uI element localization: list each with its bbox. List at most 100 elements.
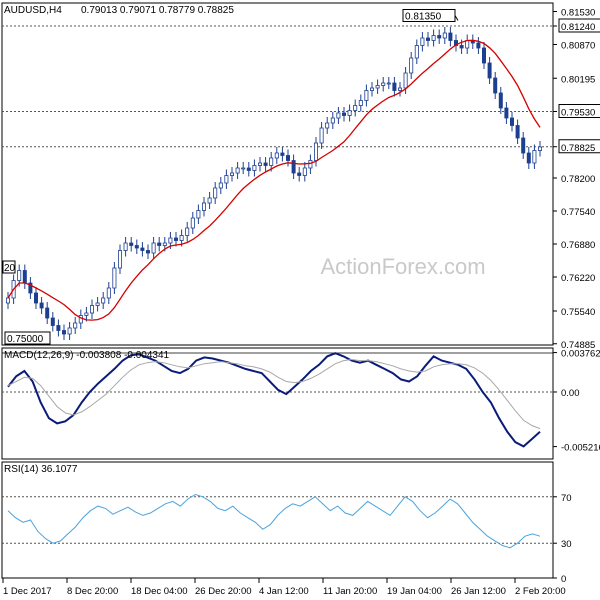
y-tick-label: 0.79530 — [561, 108, 595, 119]
candle-body — [22, 270, 27, 284]
y-tick-label: 0.76880 — [561, 240, 595, 251]
candle-body — [375, 85, 380, 89]
candle-body — [229, 172, 234, 176]
x-tick-label: 19 Jan 04:00 — [387, 586, 442, 597]
candle-body — [308, 160, 313, 169]
candle-body — [481, 47, 486, 64]
candle-body — [358, 100, 363, 106]
macd-tick-label: 0.00 — [561, 388, 580, 399]
candle-body — [336, 112, 341, 119]
x-tick-label: 8 Dec 20:00 — [67, 586, 118, 597]
candle-body — [285, 155, 290, 161]
candle-body — [409, 57, 414, 74]
candle-body — [123, 242, 128, 251]
macd-tick-label: -0.005216 — [561, 443, 600, 454]
candle-body — [56, 325, 61, 331]
chart-canvas: ActionForex.com 0.0037620.00-0.005216 70… — [0, 0, 600, 600]
candle-body — [263, 162, 268, 166]
macd-title: MACD(12,26,9) -0.003808 -0.004341 — [4, 350, 170, 361]
x-tick-label: 11 Jan 20:00 — [323, 586, 377, 597]
watermark: ActionForex.com — [320, 254, 485, 279]
candle-body — [6, 297, 11, 304]
candle-body — [347, 110, 352, 116]
x-tick-label: 18 Dec 04:00 — [131, 586, 188, 597]
y-tick-label: 0.78200 — [561, 174, 595, 185]
candle-body — [330, 117, 335, 124]
candle-body — [252, 165, 257, 171]
candle-body — [386, 82, 391, 85]
header-ohlc: 0.79013 0.79071 0.78779 0.78825 — [81, 5, 234, 16]
candle-body — [498, 92, 503, 109]
candle-body — [465, 40, 470, 49]
x-tick-label: 2 Feb 20:00 — [515, 586, 566, 597]
candle-body — [129, 242, 134, 246]
low-label: 0.75000 — [7, 334, 44, 345]
candle-body — [403, 72, 408, 89]
candle-body — [459, 45, 464, 49]
candle-body — [185, 227, 190, 236]
candle-body — [224, 175, 229, 184]
candle-body — [442, 32, 447, 39]
y-tick-label: 0.77540 — [561, 207, 595, 218]
y-tick-label: 0.80870 — [561, 41, 595, 52]
candle-body — [414, 45, 419, 59]
x-tick-label: 4 Jan 12:00 — [259, 586, 309, 597]
high-label: 0.81350 — [405, 12, 442, 23]
y-tick-label: 0.75540 — [561, 307, 595, 318]
y-tick-label: 0.80195 — [561, 74, 595, 85]
y-tick-label: 0.76220 — [561, 273, 595, 284]
candle-body — [162, 242, 167, 246]
candle-body — [437, 35, 442, 39]
rsi-title: RSI(14) 36.1077 — [4, 464, 78, 475]
candle-body — [526, 152, 531, 164]
candle-body — [420, 37, 425, 46]
candle-body — [50, 317, 55, 326]
candle-body — [392, 82, 397, 91]
candle-body — [112, 267, 117, 289]
candle-body — [325, 122, 330, 129]
x-tick-label: 1 Dec 2017 — [3, 586, 52, 597]
candle-body — [213, 187, 218, 199]
candle-body — [190, 217, 195, 229]
candle-body — [207, 197, 212, 204]
rsi-tick-label: 0 — [561, 574, 566, 585]
candle-body — [118, 250, 123, 269]
y-tick-label: 0.74885 — [561, 340, 595, 351]
candle-body — [151, 242, 156, 254]
candle-body — [90, 305, 95, 314]
candle-body — [521, 137, 526, 154]
candle-body — [425, 37, 430, 41]
candle-body — [168, 237, 173, 244]
candle-body — [196, 210, 201, 219]
candle-body — [397, 87, 402, 91]
candle-body — [448, 32, 453, 41]
candle-body — [487, 62, 492, 79]
candle-body — [95, 302, 100, 306]
candle-body — [39, 302, 44, 309]
candle-body — [297, 172, 302, 176]
background — [0, 0, 600, 600]
candle-body — [269, 157, 274, 166]
candle-body — [173, 237, 178, 241]
candle-body — [504, 107, 509, 119]
rsi-tick-label: 30 — [561, 539, 572, 550]
candle-body — [106, 287, 111, 299]
left-label: 20 — [4, 263, 16, 274]
candle-body — [84, 312, 89, 316]
candle-body — [145, 250, 150, 254]
x-tick-label: 26 Dec 20:00 — [195, 586, 252, 597]
candle-body — [302, 167, 307, 176]
y-tick-label: 0.81530 — [561, 8, 595, 19]
candle-body — [257, 162, 262, 166]
header-symbol: AUDUSD,H4 — [4, 5, 62, 16]
candle-body — [201, 202, 206, 211]
candle-body — [34, 292, 39, 304]
candle-body — [313, 142, 318, 161]
y-tick-label: 0.81240 — [561, 22, 595, 33]
candle-body — [241, 167, 246, 170]
y-tick-label: 0.78825 — [561, 143, 595, 154]
candle-body — [341, 112, 346, 116]
candle-body — [157, 242, 162, 246]
candle-body — [509, 117, 514, 126]
candle-body — [280, 152, 285, 156]
